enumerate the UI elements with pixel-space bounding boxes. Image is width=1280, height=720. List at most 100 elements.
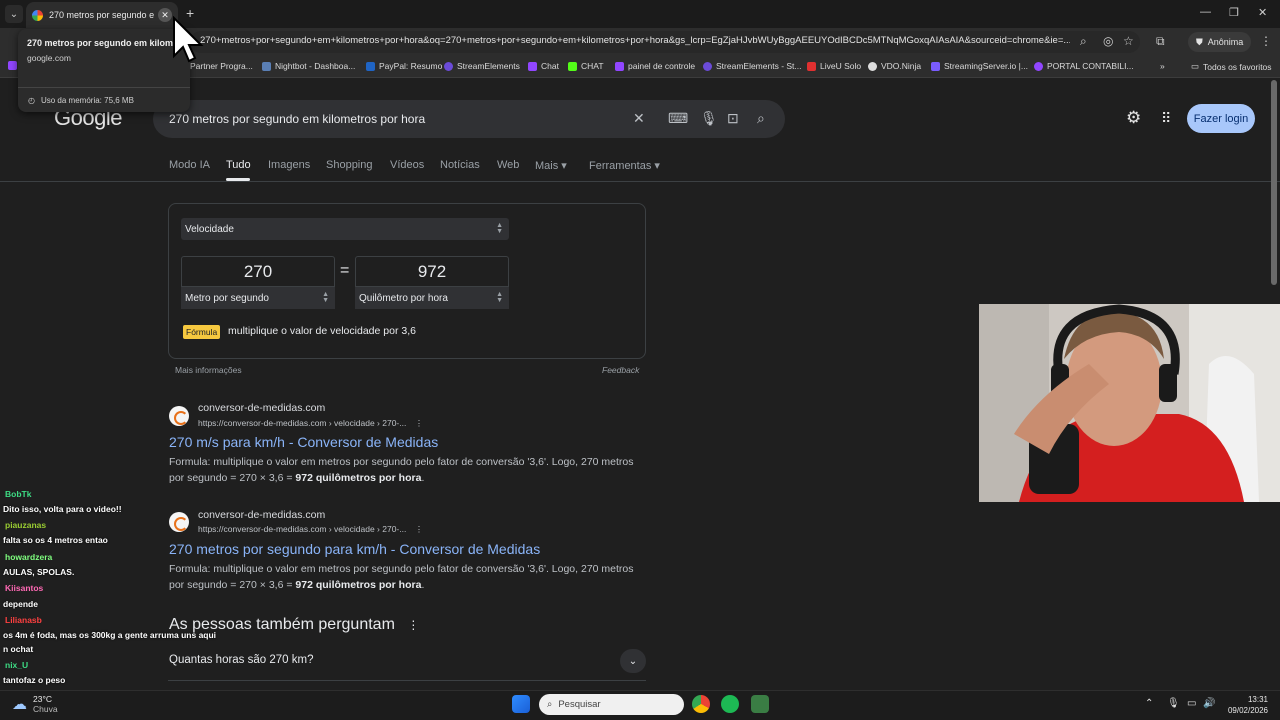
more-options-icon[interactable]: ⋮ (415, 524, 424, 534)
volume-icon[interactable]: 🔊 (1203, 698, 1215, 709)
tab-close-icon[interactable]: ✕ (158, 8, 172, 22)
url-text[interactable]: 270+metros+por+segundo+em+kilometros+por… (200, 35, 1070, 46)
chat-message: os 4m é foda, mas os 300kg a gente arrum… (3, 630, 217, 640)
tab-tudo[interactable]: Tudo (226, 159, 251, 171)
more-bookmarks-icon[interactable]: » (1160, 61, 1165, 71)
more-options-icon[interactable]: ⋮ (407, 618, 419, 632)
app-taskbar-icon[interactable] (751, 695, 769, 713)
bookmark-item[interactable]: PORTAL CONTABILI... (1034, 61, 1134, 71)
extensions-icon[interactable]: ⧉ (1156, 34, 1165, 49)
active-tab[interactable]: 270 metros por segundo em kil ✕ (26, 2, 178, 28)
page-scrollbar[interactable] (1271, 80, 1277, 285)
select-arrows-icon: ▲ ▼ (322, 291, 329, 304)
tab-title: 270 metros por segundo em kil (49, 10, 154, 20)
caret-down-icon: ▾ (654, 160, 660, 172)
keyboard-icon[interactable]: ⌨ (668, 110, 688, 127)
from-unit-select[interactable]: Metro por segundo ▲ ▼ (181, 287, 335, 309)
tab-mais[interactable]: Mais ▾ (535, 159, 567, 172)
bookmark-item[interactable]: StreamElements - St... (703, 61, 802, 71)
site-favicon-icon[interactable] (169, 406, 189, 426)
incognito-badge[interactable]: ⛊ Anônima (1188, 32, 1252, 52)
result-title-link[interactable]: 270 metros por segundo para km/h - Conve… (169, 541, 540, 557)
tab-search-button[interactable]: ⌄ (5, 5, 23, 23)
tab-shopping[interactable]: Shopping (326, 159, 373, 171)
tab-imagens[interactable]: Imagens (268, 159, 310, 171)
tab-hover-card: 270 metros por segundo em kilometros por… (18, 29, 190, 112)
tab-web[interactable]: Web (497, 159, 519, 171)
to-unit-select[interactable]: Quilômetro por hora ▲ ▼ (355, 287, 509, 309)
chrome-taskbar-icon[interactable] (692, 695, 710, 713)
bookmark-item[interactable]: CHAT (568, 61, 604, 71)
bookmark-star-icon[interactable]: ☆ (1123, 34, 1134, 48)
bookmark-purple-icon[interactable] (8, 61, 17, 70)
network-icon[interactable]: ▭ (1187, 698, 1196, 709)
microphone-tray-icon[interactable]: 🎙 (1167, 698, 1180, 709)
all-bookmarks[interactable]: ▭ Todos os favoritos (1191, 61, 1272, 72)
clear-search-icon[interactable]: ✕ (633, 110, 645, 127)
bookmark-item[interactable]: StreamElements (444, 61, 520, 71)
result-site-name[interactable]: conversor-de-medidas.com (198, 402, 325, 414)
close-window-button[interactable]: ✕ (1258, 6, 1267, 19)
tray-chevron-icon[interactable]: ⌃ (1145, 698, 1153, 709)
search-icon[interactable]: ⌕ (757, 110, 765, 127)
minimize-button[interactable]: — (1200, 6, 1211, 18)
more-info-link[interactable]: Mais informações (175, 365, 242, 375)
login-button[interactable]: Fazer login (1187, 104, 1255, 133)
temperature: 23°C (33, 694, 52, 704)
chat-username: nix_U (5, 660, 29, 670)
tab-videos[interactable]: Vídeos (390, 159, 424, 171)
bookmark-item[interactable]: Nightbot - Dashboa... (262, 61, 355, 71)
tab-modo-ia[interactable]: Modo IA (169, 159, 210, 171)
result-title-link[interactable]: 270 m/s para km/h - Conversor de Medidas (169, 434, 438, 450)
site-favicon-icon[interactable] (169, 512, 189, 532)
hover-card-memory: ◴ Uso da memória: 75,6 MB (18, 87, 190, 112)
spotify-taskbar-icon[interactable] (721, 695, 739, 713)
hover-card-title: 270 metros por segundo em kilometros por… (27, 38, 181, 48)
chat-message: tantofaz o peso (3, 675, 66, 685)
maximize-button[interactable]: ❐ (1229, 6, 1239, 19)
google-lens-icon[interactable]: ⊡ (727, 110, 739, 127)
google-apps-icon[interactable]: ⠿ (1161, 110, 1171, 127)
tab-noticias[interactable]: Notícias (440, 159, 480, 171)
result-breadcrumb[interactable]: https://conversor-de-medidas.com › veloc… (198, 418, 423, 429)
result-snippet: Formula: multiplique o valor em metros p… (169, 563, 634, 591)
windows-start-icon[interactable] (512, 695, 530, 713)
result-breadcrumb[interactable]: https://conversor-de-medidas.com › veloc… (198, 524, 423, 535)
from-value-input[interactable]: 270 (181, 256, 335, 287)
search-query[interactable]: 270 metros por segundo em kilometros por… (169, 112, 425, 126)
chat-username: piauzanas (5, 520, 47, 530)
bookmark-item[interactable]: PayPal: Resumo (366, 61, 442, 71)
google-favicon-icon (32, 9, 43, 21)
taskbar-search[interactable]: ⌕ Pesquisar (539, 694, 684, 715)
bookmark-item[interactable]: Chat (528, 61, 559, 71)
result-site-name[interactable]: conversor-de-medidas.com (198, 509, 325, 521)
chat-username: Kiisantos (5, 583, 44, 593)
weather-widget[interactable]: ☁ 23°C Chuva (12, 694, 58, 714)
paa-question[interactable]: Quantas horas são 270 km? (169, 654, 313, 666)
microphone-icon[interactable]: 🎙 (700, 110, 718, 127)
feedback-link[interactable]: Feedback (602, 365, 639, 375)
more-options-icon[interactable]: ⋮ (415, 418, 424, 428)
bookmark-item[interactable]: StreamingServer.io |... (931, 61, 1028, 71)
category-select[interactable]: Velocidade ▲ ▼ (181, 218, 509, 240)
memory-icon: ◴ (28, 95, 35, 105)
search-lens-icon[interactable]: ⌕ (1080, 34, 1087, 49)
browser-menu-icon[interactable]: ⋮ (1260, 34, 1272, 48)
rain-cloud-icon: ☁ (12, 696, 27, 713)
chat-username: howardzera (5, 552, 53, 562)
taskbar-clock[interactable]: 13:31 09/02/2026 (1222, 694, 1268, 716)
settings-gear-icon[interactable]: ⚙ (1126, 108, 1141, 128)
result-snippet: Formula: multiplique o valor em metros p… (169, 456, 634, 484)
chat-message: Dito isso, volta para o video!! (3, 504, 122, 514)
bookmark-item[interactable]: LiveU Solo (807, 61, 861, 71)
divider (168, 680, 646, 681)
bookmark-item[interactable]: VDO.Ninja (868, 61, 921, 71)
expand-chevron-icon[interactable]: ⌄ (620, 649, 646, 673)
to-value-input[interactable]: 972 (355, 256, 509, 287)
tab-ferramentas[interactable]: Ferramentas ▾ (589, 159, 660, 172)
incognito-icon: ⛊ (1196, 36, 1203, 47)
eye-off-icon[interactable]: ◎ (1103, 34, 1113, 48)
webcam-overlay (979, 304, 1280, 502)
bookmark-item[interactable]: painel de controle (615, 61, 695, 71)
incognito-label: Anônima (1207, 37, 1244, 47)
